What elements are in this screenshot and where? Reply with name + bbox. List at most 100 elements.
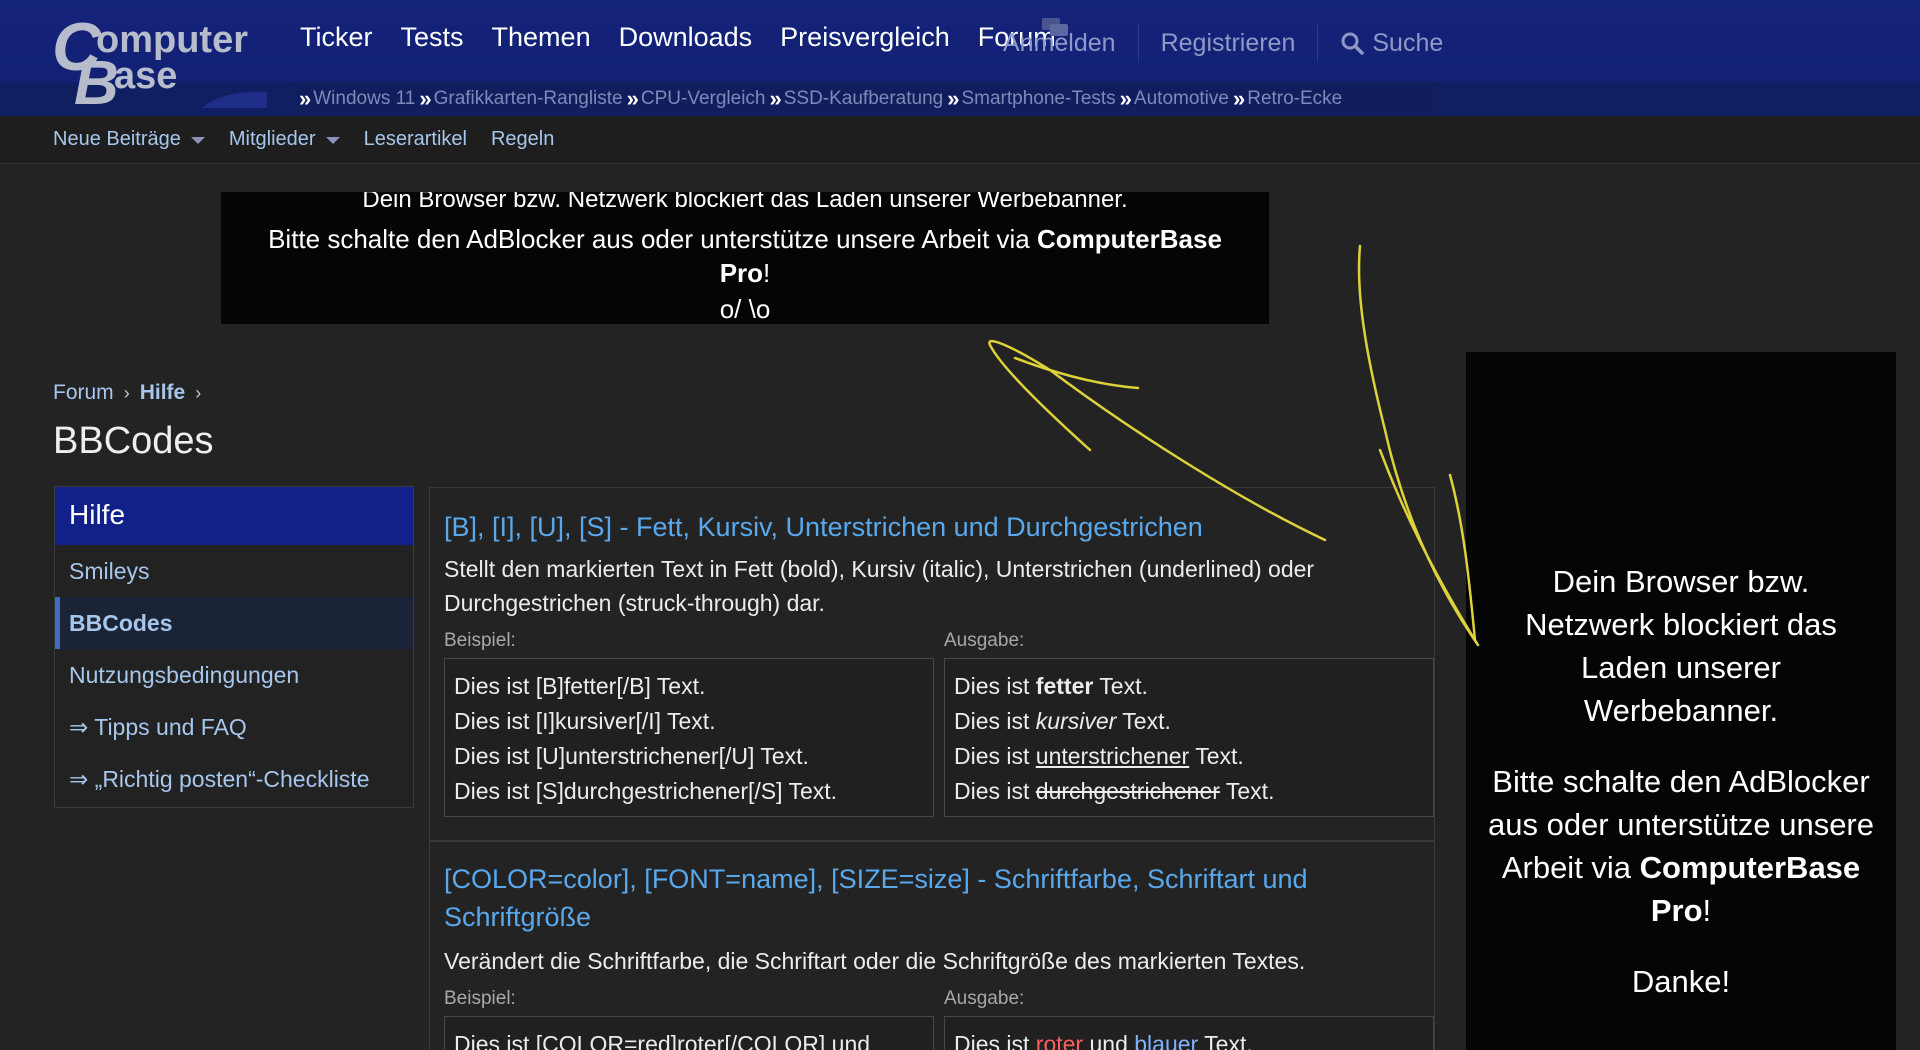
subnav-label: CPU-Vergleich xyxy=(640,88,766,109)
adblock-notice-top: Dein Browser bzw. Netzwerk blockiert das… xyxy=(221,192,1269,324)
example-box: Dies ist [COLOR=red]roter[/COLOR] und xyxy=(444,1016,934,1050)
example-line: Dies ist [B]fetter[/B] Text. xyxy=(454,673,706,699)
section-description: Stellt den markierten Text in Fett (bold… xyxy=(444,556,1315,616)
chevron-right-icon: › xyxy=(123,382,130,403)
sidebar-item-tips-faq[interactable]: ⇒ Tipps und FAQ xyxy=(55,701,413,753)
chevron-right-icon: › xyxy=(195,382,202,403)
section-divider xyxy=(430,840,1434,842)
members-label: Mitglieder xyxy=(228,128,316,150)
reader-articles-link[interactable]: Leserartikel xyxy=(364,128,467,151)
rules-link[interactable]: Regeln xyxy=(491,128,554,151)
bbcode-content: [B], [I], [U], [S] - Fett, Kursiv, Unter… xyxy=(429,487,1435,1050)
underline-text: unterstrichener xyxy=(1035,743,1190,769)
sidebar-heading: Hilfe xyxy=(55,487,413,545)
breadcrumb-help[interactable]: Hilfe xyxy=(140,381,186,405)
output-box: Dies ist roter und blauer Text. xyxy=(944,1016,1434,1050)
output-text: und xyxy=(1083,1031,1135,1050)
search-button[interactable]: Suche xyxy=(1317,24,1465,62)
output-text: Text. xyxy=(1189,743,1244,769)
subnav-label: Automotive xyxy=(1133,88,1229,109)
computerbase-pro-text: ComputerBase Pro xyxy=(1639,850,1861,928)
chevron-double-icon: » xyxy=(947,86,960,111)
example-line: Dies ist [I]kursiver[/I] Text. xyxy=(454,708,716,734)
site-header: C omputer B ase Ticker Tests Themen Down… xyxy=(0,0,1920,116)
output-text: Dies ist xyxy=(954,708,1036,734)
example-line: Dies ist [S]durchgestrichener[/S] Text. xyxy=(454,778,838,804)
chevron-double-icon: » xyxy=(299,86,312,111)
red-text: roter xyxy=(1035,1031,1084,1050)
search-label: Suche xyxy=(1372,29,1444,57)
sidebar-item-checklist[interactable]: ⇒ „Richtig posten“-Checkliste xyxy=(55,753,413,805)
example-label: Beispiel: xyxy=(444,630,516,651)
breadcrumb: Forum › Hilfe › xyxy=(53,381,201,405)
side-notice-p2: Bitte schalte den AdBlocker aus oder unt… xyxy=(1466,760,1896,932)
nav-preisvergleich[interactable]: Preisvergleich xyxy=(780,22,950,53)
notice-text: ! xyxy=(763,258,771,288)
subnav-label: Smartphone-Tests xyxy=(961,88,1116,109)
register-link[interactable]: Registrieren xyxy=(1137,24,1318,62)
nav-downloads[interactable]: Downloads xyxy=(619,22,753,53)
notice-text: ! xyxy=(1702,893,1712,928)
subnav-retro[interactable]: » Retro-Ecke xyxy=(1229,86,1342,112)
chevron-double-icon: » xyxy=(1232,86,1246,111)
subnav-automotive[interactable]: » Automotive xyxy=(1116,86,1229,112)
side-notice-p3: Danke! xyxy=(1631,964,1731,999)
new-posts-label: Neue Beiträge xyxy=(53,128,181,150)
output-text: Text. xyxy=(1198,1031,1253,1050)
sidebar-item-bbcodes[interactable]: BBCodes xyxy=(55,597,413,649)
nav-tests[interactable]: Tests xyxy=(401,22,464,53)
output-box: Dies ist fetter Text. Dies ist kursiver … xyxy=(944,658,1434,817)
adblock-notice-line3: o/ \o xyxy=(719,294,771,324)
subnav-label: Retro-Ecke xyxy=(1247,88,1343,109)
page-title: BBCodes xyxy=(53,420,214,462)
side-notice-p1: Dein Browser bzw. Netzwerk blockiert das… xyxy=(1525,564,1837,728)
subnav-ssd[interactable]: » SSD-Kaufberatung xyxy=(765,86,943,112)
output-text: Dies ist xyxy=(954,743,1036,769)
subnav-smartphone[interactable]: » Smartphone-Tests xyxy=(943,86,1115,112)
help-sidebar: Hilfe Smileys BBCodes Nutzungsbedingunge… xyxy=(54,486,414,808)
output-line: Dies ist durchgestrichener Text. xyxy=(954,774,1424,809)
output-line: Dies ist roter und blauer Text. xyxy=(954,1027,1424,1050)
output-text: Text. xyxy=(1116,708,1171,734)
section-title: [B], [I], [U], [S] - Fett, Kursiv, Unter… xyxy=(444,512,1203,542)
adblock-notice-line2: Bitte schalte den AdBlocker aus oder unt… xyxy=(221,222,1269,290)
login-link[interactable]: Anmelden xyxy=(1003,24,1138,62)
caret-down-icon[interactable] xyxy=(190,137,205,144)
example-label: Beispiel: xyxy=(444,988,516,1009)
subnav-windows11[interactable]: » Windows 11 xyxy=(295,86,415,112)
sub-nav: » Windows 11 » Grafikkarten-Rangliste » CPU… xyxy=(295,82,1435,116)
chevron-double-icon: » xyxy=(769,86,782,111)
new-posts-menu[interactable]: Neue Beiträge xyxy=(53,128,205,151)
chevron-double-icon: » xyxy=(626,86,639,111)
adblock-notice-line1: Dein Browser bzw. Netzwerk blockiert das… xyxy=(362,192,1128,213)
sidebar-item-smileys[interactable]: Smileys xyxy=(55,545,413,597)
output-text: Dies ist xyxy=(954,1031,1036,1050)
strike-text: durchgestrichener xyxy=(1035,778,1220,804)
sidebar-item-terms[interactable]: Nutzungsbedingungen xyxy=(55,649,413,701)
auth-bar: Anmelden Registrieren Suche xyxy=(1003,24,1465,62)
chevron-double-icon: » xyxy=(1119,86,1132,111)
italic-text: kursiver xyxy=(1035,708,1117,734)
nav-themen[interactable]: Themen xyxy=(492,22,591,53)
svg-text:ase: ase xyxy=(114,55,177,97)
notice-text: Bitte schalte den AdBlocker aus oder unt… xyxy=(268,224,1037,254)
caret-down-icon[interactable] xyxy=(325,137,340,144)
example-line: Dies ist [COLOR=red]roter[/COLOR] und xyxy=(454,1031,871,1050)
nav-ticker[interactable]: Ticker xyxy=(300,22,373,53)
output-line: Dies ist unterstrichener Text. xyxy=(954,739,1424,774)
chevron-double-icon: » xyxy=(419,86,432,111)
output-text: Text. xyxy=(1219,778,1275,804)
output-label: Ausgabe: xyxy=(944,630,1025,651)
subnav-label: Grafikkarten-Rangliste xyxy=(433,88,623,109)
members-menu[interactable]: Mitglieder xyxy=(229,128,340,151)
output-text: Dies ist xyxy=(954,778,1036,804)
breadcrumb-forum[interactable]: Forum xyxy=(53,381,114,405)
output-text: Text. xyxy=(1093,673,1148,699)
subnav-grafikkarten[interactable]: » Grafikkarten-Rangliste xyxy=(415,86,622,112)
example-line: Dies ist [U]unterstrichener[/U] Text. xyxy=(454,743,809,769)
output-line: Dies ist fetter Text. xyxy=(954,669,1424,704)
computerbase-logo[interactable]: C omputer B ase xyxy=(52,12,267,108)
subnav-cpu[interactable]: » CPU-Vergleich xyxy=(623,86,766,112)
subnav-label: Windows 11 xyxy=(313,88,416,109)
output-text: Dies ist xyxy=(954,673,1036,699)
